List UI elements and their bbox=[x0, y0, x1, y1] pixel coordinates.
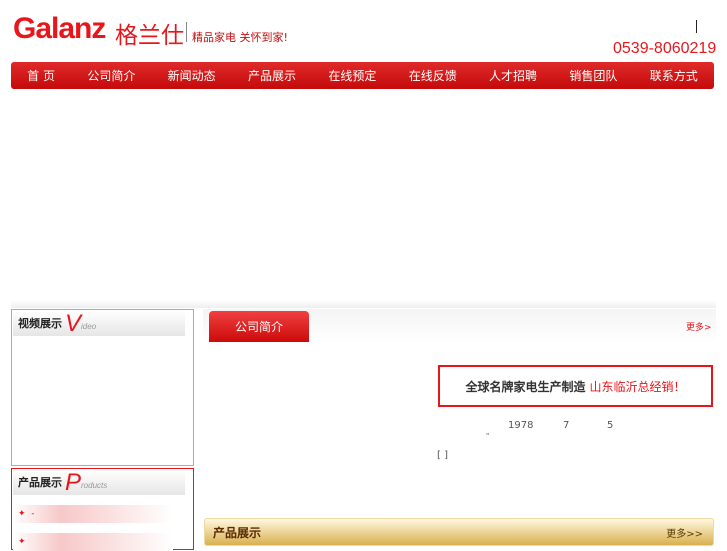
products-title: 产品展示 bbox=[18, 476, 62, 489]
products-panel-header: 产品展示 P roducts bbox=[13, 469, 185, 495]
nav-contact[interactable]: 联系方式 bbox=[650, 67, 698, 84]
divider bbox=[186, 22, 187, 42]
tab-about[interactable]: 公司简介 bbox=[209, 311, 309, 342]
about-month: 7 bbox=[563, 420, 570, 431]
banner-text: 全球名牌家电生产制造 bbox=[465, 379, 586, 394]
nav-sales-team[interactable]: 销售团队 bbox=[569, 67, 617, 84]
product-list-item[interactable]: ✦ - bbox=[13, 505, 173, 523]
banner-highlight: 山东临沂总经销！ bbox=[589, 379, 686, 394]
about-year: 1978 bbox=[508, 420, 534, 431]
about-quote: " bbox=[486, 432, 490, 440]
products-suffix: roducts bbox=[81, 481, 108, 490]
product-item-label: - bbox=[31, 509, 35, 519]
nav-jobs[interactable]: 人才招聘 bbox=[489, 67, 537, 84]
about-banner: 全球名牌家电生产制造 山东临沂总经销！ bbox=[438, 365, 713, 407]
products-section-title: 产品展示 bbox=[213, 525, 262, 540]
nav-booking[interactable]: 在线预定 bbox=[328, 67, 376, 84]
nav-about[interactable]: 公司简介 bbox=[87, 67, 135, 84]
logo-chinese: 格兰仕 bbox=[115, 23, 184, 49]
nav-products[interactable]: 产品展示 bbox=[248, 67, 296, 84]
about-day: 5 bbox=[607, 420, 614, 431]
main-nav: 首 页 公司简介 新闻动态 产品展示 在线预定 在线反馈 人才招聘 销售团队 联… bbox=[11, 62, 714, 89]
phone-number: 0539-8060219 bbox=[613, 40, 717, 57]
products-letter: P bbox=[65, 469, 82, 496]
video-suffix: ideo bbox=[81, 322, 97, 331]
video-panel-header: 视频展示 V ideo bbox=[13, 310, 185, 336]
video-letter: V bbox=[65, 310, 82, 337]
product-list-item[interactable]: ✦ bbox=[13, 533, 173, 551]
about-brackets: [ ] bbox=[437, 450, 448, 461]
slogan: 精品家电 关怀到家! bbox=[192, 31, 288, 44]
nav-home[interactable]: 首 页 bbox=[27, 67, 55, 84]
separator-band bbox=[11, 300, 716, 308]
video-title: 视频展示 bbox=[18, 317, 62, 330]
products-panel: 产品展示 P roducts ✦ - ✦ bbox=[11, 468, 194, 551]
products-section-header: 产品展示 更多>> bbox=[204, 518, 714, 546]
logo[interactable]: Galanz bbox=[13, 12, 106, 46]
video-panel: 视频展示 V ideo bbox=[11, 309, 194, 466]
divider bbox=[696, 20, 697, 33]
nav-news[interactable]: 新闻动态 bbox=[168, 67, 216, 84]
products-more-link[interactable]: 更多>> bbox=[666, 525, 703, 540]
about-more-link[interactable]: 更多> bbox=[686, 320, 712, 333]
nav-feedback[interactable]: 在线反馈 bbox=[409, 67, 457, 84]
